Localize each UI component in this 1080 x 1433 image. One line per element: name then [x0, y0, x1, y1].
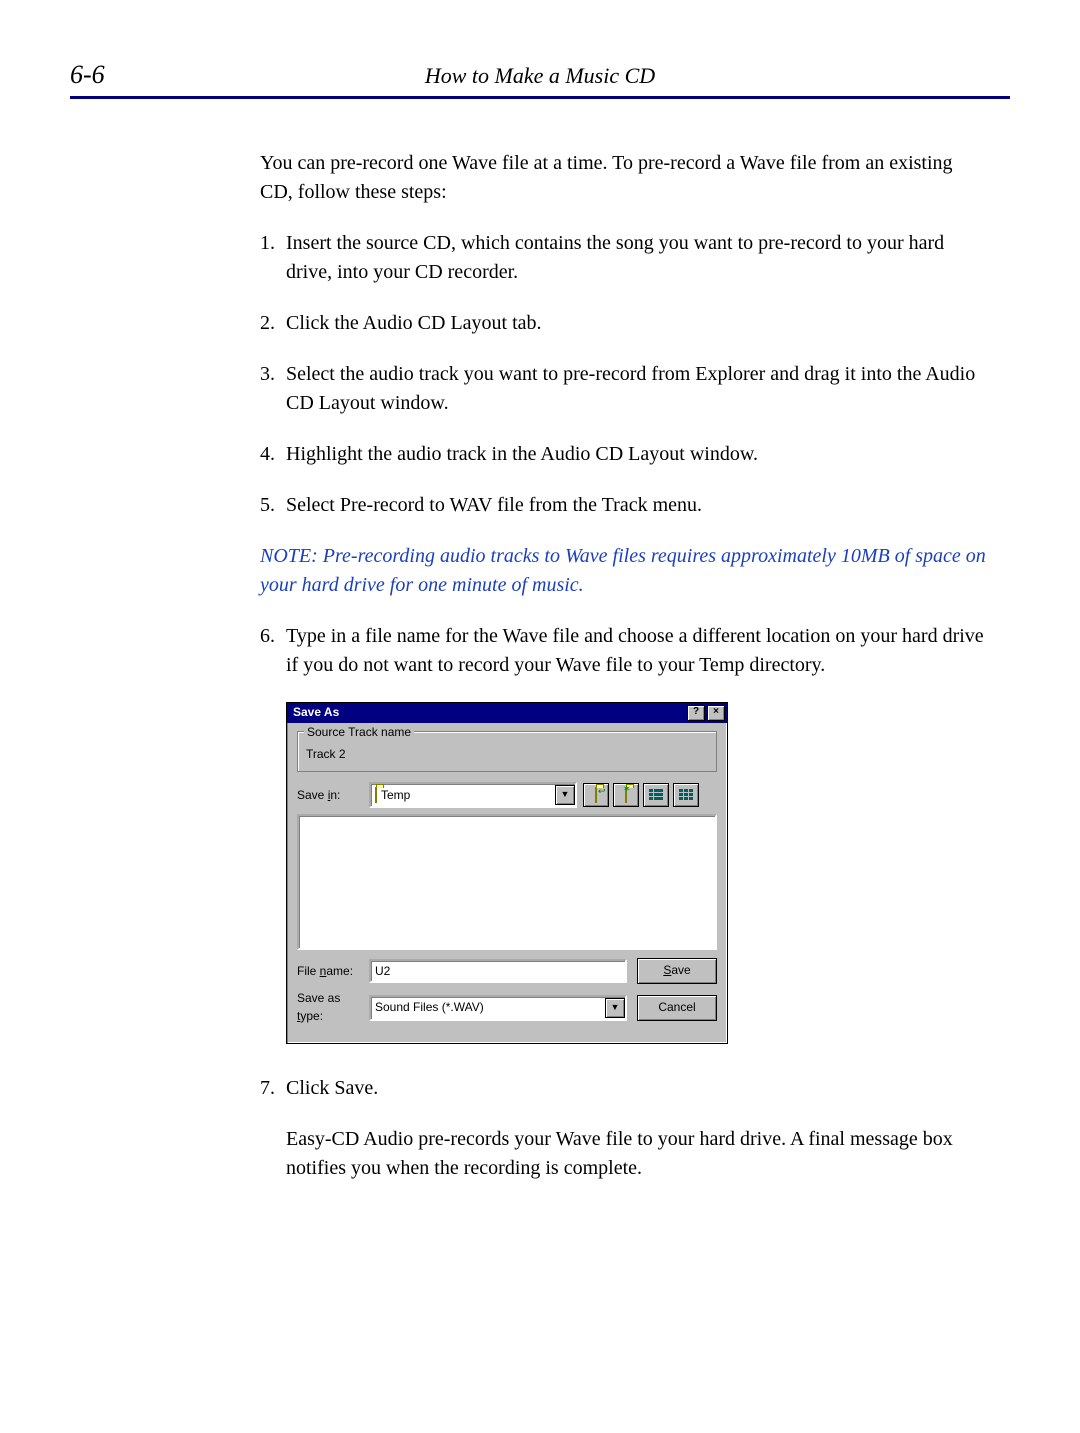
closing-paragraph: Easy-CD Audio pre-records your Wave file…: [286, 1125, 990, 1183]
chevron-down-icon[interactable]: ▼: [555, 785, 575, 805]
close-button[interactable]: ×: [707, 705, 725, 721]
step-text: Click the Audio CD Layout tab.: [286, 309, 990, 338]
help-button[interactable]: ?: [687, 705, 705, 721]
step-number: 6.: [260, 622, 286, 680]
step-text: Click Save.: [286, 1074, 990, 1103]
note-paragraph: NOTE: Pre-recording audio tracks to Wave…: [260, 542, 990, 600]
save-as-type-value: Sound Files (*.WAV): [375, 999, 601, 1016]
step-number: 4.: [260, 440, 286, 469]
page-header: 6-6 How to Make a Music CD: [70, 60, 1010, 99]
cancel-button[interactable]: Cancel: [637, 995, 717, 1021]
list-view-button[interactable]: [643, 783, 669, 807]
list-icon: [649, 789, 663, 801]
source-track-name: Track 2: [306, 746, 708, 763]
step-number: 5.: [260, 491, 286, 520]
step-number: 3.: [260, 360, 286, 418]
file-name-input[interactable]: U2: [369, 959, 627, 983]
step-4: 4. Highlight the audio track in the Audi…: [260, 440, 990, 469]
step-text: Highlight the audio track in the Audio C…: [286, 440, 990, 469]
save-as-type-label: Save as type:: [297, 990, 369, 1025]
step-1: 1. Insert the source CD, which contains …: [260, 229, 990, 287]
details-view-button[interactable]: [673, 783, 699, 807]
source-track-group: Source Track name Track 2: [297, 731, 717, 772]
step-2: 2. Click the Audio CD Layout tab.: [260, 309, 990, 338]
step-7: 7. Click Save.: [260, 1074, 990, 1103]
step-3: 3. Select the audio track you want to pr…: [260, 360, 990, 418]
file-name-value: U2: [375, 963, 390, 980]
intro-paragraph: You can pre-record one Wave file at a ti…: [260, 149, 990, 207]
step-6: 6. Type in a file name for the Wave file…: [260, 622, 990, 680]
folder-up-icon: ↩: [595, 787, 597, 804]
step-text: Type in a file name for the Wave file an…: [286, 622, 990, 680]
folder-new-icon: ✶: [625, 787, 627, 804]
chevron-down-icon[interactable]: ▼: [605, 998, 625, 1018]
details-icon: [679, 789, 693, 801]
step-number: 1.: [260, 229, 286, 287]
file-list[interactable]: [297, 814, 717, 950]
up-one-level-button[interactable]: ↩: [583, 783, 609, 807]
folder-icon: [375, 787, 377, 804]
step-number: 2.: [260, 309, 286, 338]
step-5: 5. Select Pre-record to WAV file from th…: [260, 491, 990, 520]
step-text: Insert the source CD, which contains the…: [286, 229, 990, 287]
group-legend: Source Track name: [304, 724, 414, 741]
file-name-label: File name:: [297, 963, 369, 980]
save-button[interactable]: Save: [637, 958, 717, 984]
save-as-dialog: Save As ? × Source Track name Track 2 Sa…: [286, 702, 728, 1044]
save-in-value: Temp: [381, 787, 551, 804]
chapter-title: How to Make a Music CD: [70, 63, 1010, 89]
step-text: Select Pre-record to WAV file from the T…: [286, 491, 990, 520]
step-number: 7.: [260, 1074, 286, 1103]
save-in-label: Save in:: [297, 787, 369, 804]
dialog-title: Save As: [293, 704, 685, 721]
step-text: Select the audio track you want to pre-r…: [286, 360, 990, 418]
new-folder-button[interactable]: ✶: [613, 783, 639, 807]
dialog-titlebar[interactable]: Save As ? ×: [287, 703, 727, 723]
save-as-type-dropdown[interactable]: Sound Files (*.WAV) ▼: [369, 995, 627, 1021]
save-in-dropdown[interactable]: Temp ▼: [369, 782, 577, 808]
